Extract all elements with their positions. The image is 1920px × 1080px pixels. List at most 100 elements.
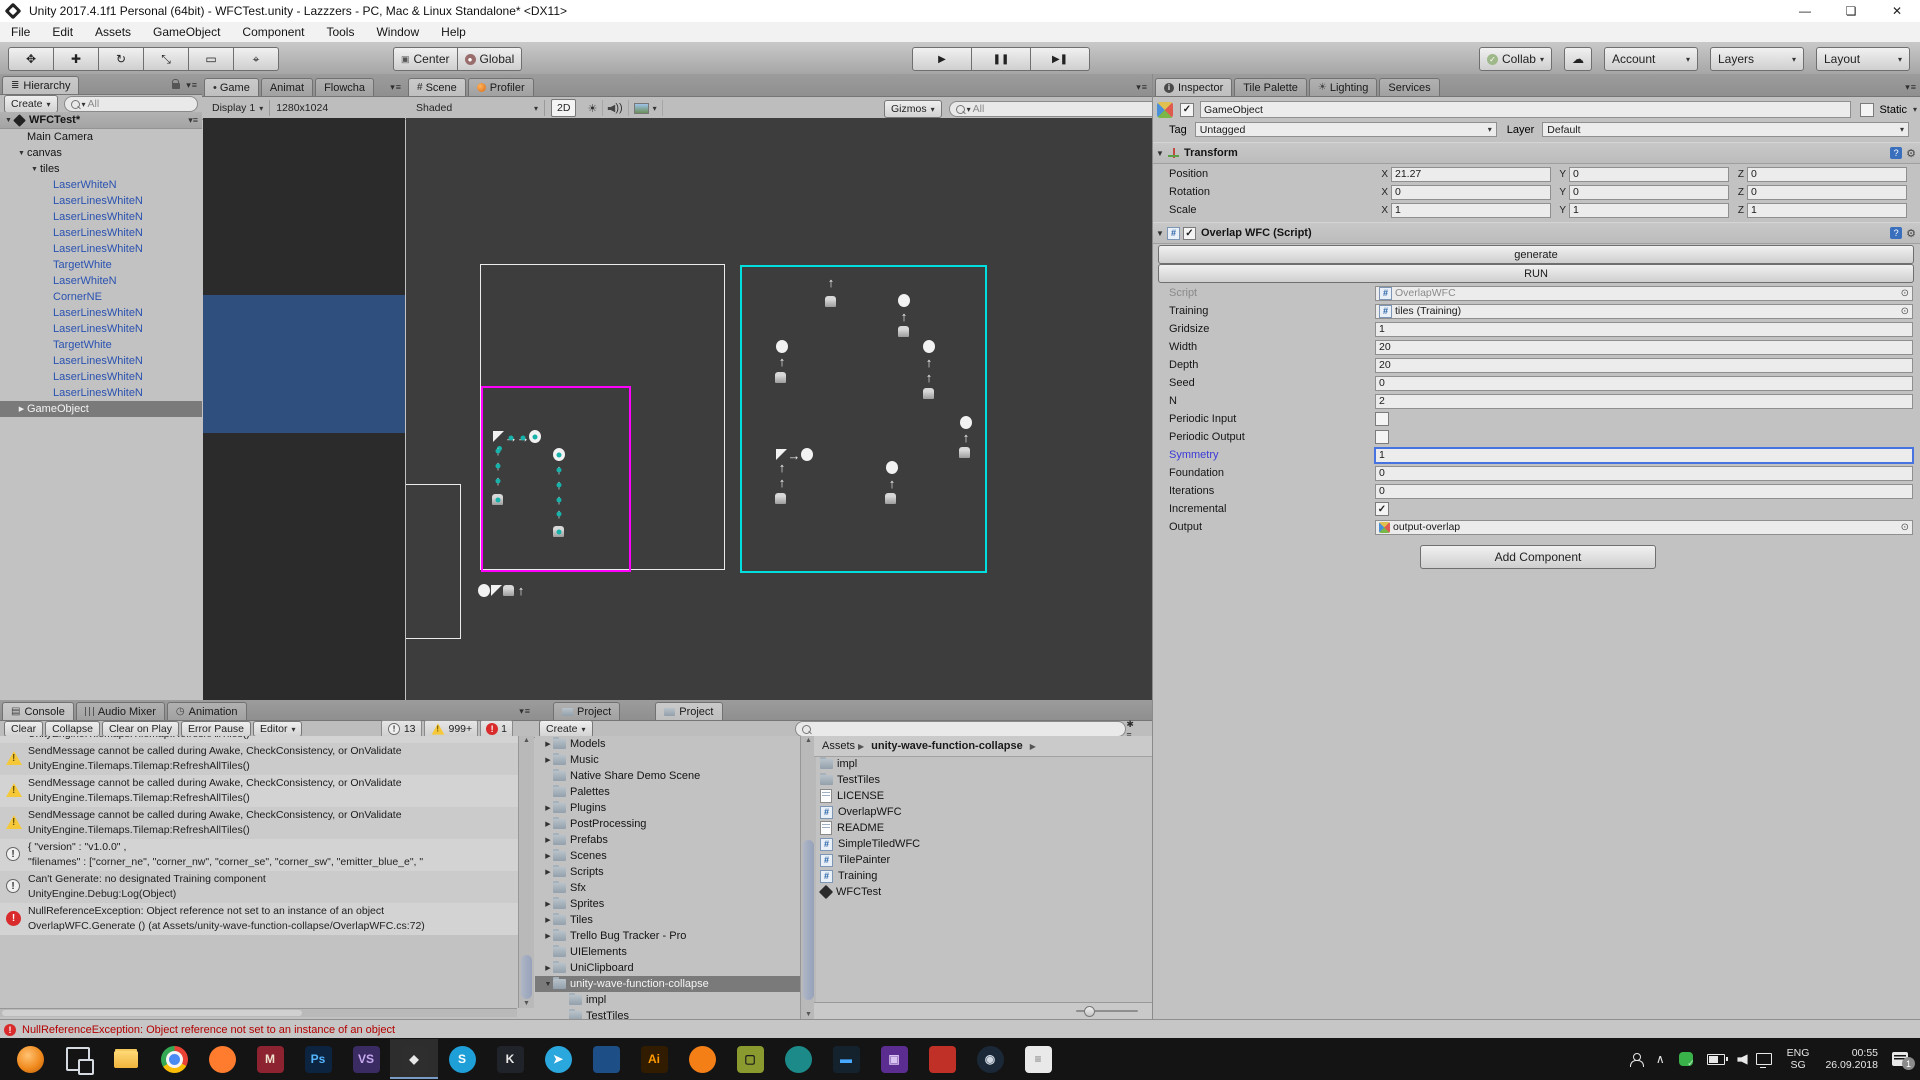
play-button[interactable]: ▶: [912, 47, 972, 71]
hierarchy-item-targetwhite[interactable]: TargetWhite: [0, 257, 202, 273]
hierarchy-item-laserlineswhiten[interactable]: LaserLinesWhiteN: [0, 225, 202, 241]
asset-license[interactable]: LICENSE: [814, 788, 1152, 804]
status-bar[interactable]: ! NullReferenceException: Object referen…: [0, 1019, 1920, 1039]
project-folder-impl[interactable]: impl: [535, 992, 800, 1008]
asset-readme[interactable]: README: [814, 820, 1152, 836]
cloud-button[interactable]: ☁: [1564, 47, 1592, 71]
project-folder-scripts[interactable]: ▶ Scripts: [535, 864, 800, 880]
notepad[interactable]: ≡: [1024, 1045, 1052, 1073]
file-explorer-slot[interactable]: [102, 1039, 150, 1079]
hierarchy-item-cornerne[interactable]: CornerNE: [0, 289, 202, 305]
lock-icon[interactable]: [172, 78, 181, 89]
illustrator-slot[interactable]: Ai: [630, 1039, 678, 1079]
input-width[interactable]: 20: [1375, 339, 1913, 355]
project-folder-native-share-demo-scene[interactable]: Native Share Demo Scene: [535, 768, 800, 784]
display-selector[interactable]: Display 1 ▾: [206, 100, 271, 116]
start-button-slot[interactable]: [6, 1039, 54, 1079]
scale-y-field[interactable]: 1: [1569, 202, 1729, 218]
tab-console[interactable]: Console: [2, 702, 74, 720]
static-dropdown-icon[interactable]: ▾: [1913, 105, 1917, 114]
move-tool[interactable]: ✚: [54, 47, 99, 71]
hierarchy-item-wfctest[interactable]: ▼ WFCTest* ▾≡: [0, 112, 202, 129]
hierarchy-item-targetwhite[interactable]: TargetWhite: [0, 337, 202, 353]
project-folder-tiles[interactable]: ▶ Tiles: [535, 912, 800, 928]
project-folder-trello-bug-tracker-pro[interactable]: ▶ Trello Bug Tracker - Pro: [535, 928, 800, 944]
tab-flowcha[interactable]: Flowcha: [315, 78, 375, 96]
gear-icon[interactable]: ⚙: [1906, 147, 1916, 160]
rotation-x-field[interactable]: 0: [1391, 184, 1551, 200]
input-iterations[interactable]: 0: [1375, 483, 1913, 499]
photoshop[interactable]: Ps: [304, 1045, 332, 1073]
hierarchy-item-canvas[interactable]: ▼ canvas: [0, 145, 202, 161]
console-row-clipped[interactable]: UnityEngine.Tilemaps.Tilemap:RefreshAllT…: [0, 736, 518, 743]
game-view[interactable]: [203, 118, 405, 700]
console-panel-menu-icon[interactable]: ▾≡: [519, 706, 535, 720]
console-editor-button[interactable]: Editor ▾: [253, 721, 303, 737]
start-button[interactable]: [16, 1045, 44, 1073]
project-folder-uniclipboard[interactable]: ▶ UniClipboard: [535, 960, 800, 976]
object-picker-icon[interactable]: ⊙: [1901, 288, 1909, 299]
object-picker-icon[interactable]: ⊙: [1901, 522, 1909, 533]
chrome-slot[interactable]: [150, 1039, 198, 1079]
skype-slot[interactable]: S: [438, 1039, 486, 1079]
tab-animation[interactable]: Animation: [166, 702, 247, 720]
scene-audio-toggle[interactable]: )): [603, 100, 629, 116]
project-folder-postprocessing[interactable]: ▶ PostProcessing: [535, 816, 800, 832]
hand-tool[interactable]: ✥: [8, 47, 54, 71]
console-error-pause-button[interactable]: Error Pause: [180, 721, 252, 737]
asset-impl[interactable]: impl: [814, 756, 1152, 772]
project-folder-models[interactable]: ▶ Models: [535, 736, 800, 752]
console-clear-on-play-button[interactable]: Clear on Play: [101, 721, 179, 737]
network-icon[interactable]: [1755, 1053, 1772, 1068]
maximize-button[interactable]: ❏: [1828, 0, 1874, 22]
red-app-slot[interactable]: [918, 1039, 966, 1079]
rect-tool[interactable]: ▭: [189, 47, 234, 71]
input-gridsize[interactable]: 1: [1375, 321, 1913, 337]
asset-tilepainter[interactable]: # TilePainter: [814, 852, 1152, 868]
menu-window[interactable]: Window: [365, 25, 430, 39]
add-component-button[interactable]: Add Component: [1420, 545, 1656, 569]
input-foundation[interactable]: 0: [1375, 465, 1913, 481]
minimize-button[interactable]: —: [1782, 0, 1828, 22]
flame-app-slot[interactable]: [678, 1039, 726, 1079]
maya-slot[interactable]: M: [246, 1039, 294, 1079]
menu-help[interactable]: Help: [430, 25, 477, 39]
console-vertical-scrollbar[interactable]: ▲ ▼: [518, 736, 534, 1008]
rotation-y-field[interactable]: 0: [1569, 184, 1729, 200]
tab-hierarchy[interactable]: Hierarchy: [2, 76, 80, 94]
clock[interactable]: 00:55 26.09.2018: [1825, 1047, 1878, 1071]
krita[interactable]: K: [496, 1045, 524, 1073]
flame-app[interactable]: [688, 1045, 716, 1073]
checkbox-incremental[interactable]: ✓: [1375, 502, 1389, 516]
2d-toggle[interactable]: 2D: [551, 99, 577, 117]
hierarchy-item-laserlineswhiten[interactable]: LaserLinesWhiteN: [0, 369, 202, 385]
file-explorer[interactable]: [113, 1046, 140, 1073]
position-z-field[interactable]: 0: [1747, 166, 1907, 182]
menu-file[interactable]: File: [0, 25, 41, 39]
asset-training[interactable]: # Training: [814, 868, 1152, 884]
hierarchy-item-laserlineswhiten[interactable]: LaserLinesWhiteN: [0, 193, 202, 209]
krita-slot[interactable]: K: [486, 1039, 534, 1079]
viewer-app-slot[interactable]: ▣: [870, 1039, 918, 1079]
transform-tool[interactable]: ⌖: [234, 47, 279, 71]
hierarchy-item-tiles[interactable]: ▼ tiles: [0, 161, 202, 177]
console-collapse-button[interactable]: Collapse: [45, 721, 100, 737]
asset-wfctest[interactable]: WFCTest: [814, 884, 1152, 900]
position-y-field[interactable]: 0: [1569, 166, 1729, 182]
pause-button[interactable]: ❚❚: [972, 47, 1031, 71]
scene-panel-menu-icon[interactable]: ▾≡: [1136, 82, 1152, 96]
space-button[interactable]: ● Global: [457, 47, 523, 71]
project-folder-uielements[interactable]: UIElements: [535, 944, 800, 960]
steam[interactable]: ◉: [976, 1045, 1004, 1073]
project-folder-prefabs[interactable]: ▶ Prefabs: [535, 832, 800, 848]
hierarchy-create-button[interactable]: Create ▾: [4, 95, 58, 113]
component-enabled-checkbox[interactable]: ✓: [1183, 226, 1196, 240]
step-button[interactable]: ▶❚: [1031, 47, 1090, 71]
hierarchy-item-laserlineswhiten[interactable]: LaserLinesWhiteN: [0, 209, 202, 225]
layout-button[interactable]: Layout ▾: [1816, 47, 1910, 71]
transform-header[interactable]: ▼ Transform ? ⚙: [1153, 142, 1920, 164]
hierarchy-search-input[interactable]: ▾ All: [63, 96, 198, 112]
gear-icon[interactable]: ⚙: [1906, 227, 1916, 240]
scene-lighting-toggle[interactable]: ☀: [582, 100, 604, 116]
aspect-selector[interactable]: 1280x1024: [270, 100, 334, 116]
